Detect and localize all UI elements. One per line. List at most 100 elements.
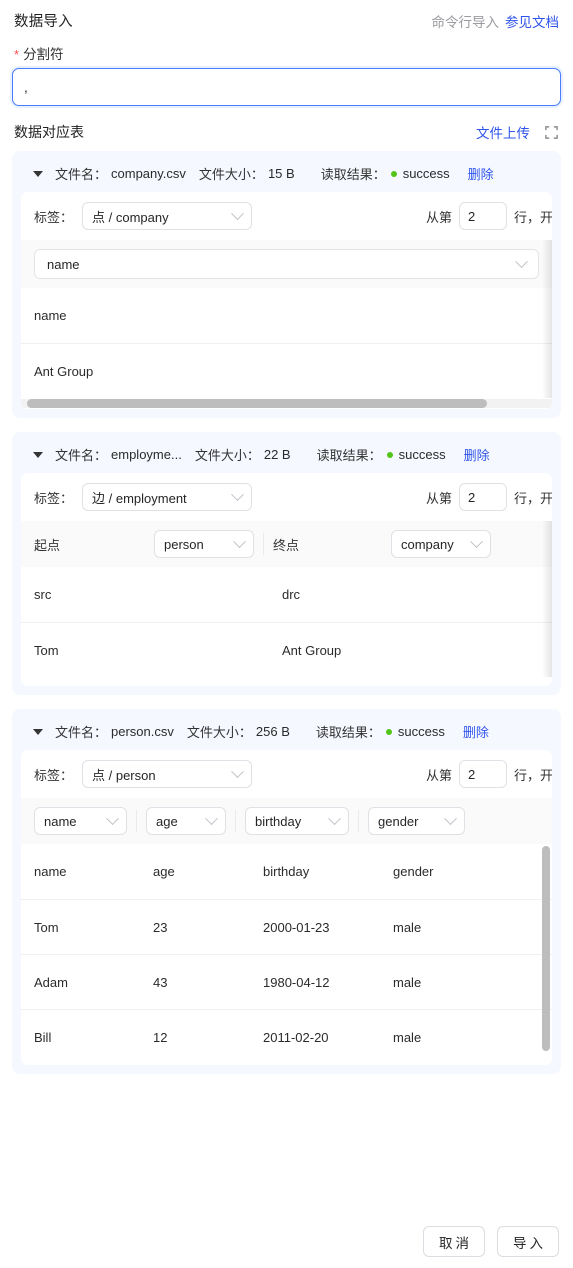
table-cell: 23 xyxy=(153,919,168,935)
file-size-label: 文件大小： xyxy=(186,725,252,740)
table-cell: 43 xyxy=(153,974,168,990)
status-dot-icon xyxy=(390,170,397,177)
table-cell: Tom xyxy=(34,919,59,935)
column-select[interactable]: age xyxy=(146,807,226,835)
delete-file-link[interactable]: 删除 xyxy=(463,722,489,741)
delimiter-label-row: * 分割符 xyxy=(0,32,573,68)
delimiter-label: 分割符 xyxy=(23,47,64,62)
table-cell: 1980-04-12 xyxy=(263,974,330,990)
chevron-down-icon xyxy=(231,764,244,778)
from-line-suffix: 行，开始 xyxy=(513,767,552,783)
dst-select[interactable]: company xyxy=(391,530,491,558)
column-select-value: age xyxy=(156,813,178,829)
header-actions: 命令行导入 参见文档 xyxy=(432,11,560,31)
tag-label: 标签： xyxy=(34,767,74,783)
column-select[interactable]: gender xyxy=(368,807,465,835)
preview-table: name Ant Group xyxy=(21,288,552,398)
file-size-label: 文件大小： xyxy=(198,167,264,182)
table-row: name age birthday gender xyxy=(21,844,552,899)
tag-select-value: 点 / company xyxy=(92,209,169,225)
table-cell: src xyxy=(34,587,52,602)
file-name-value: person.csv xyxy=(111,724,174,739)
endpoint-selector-strip: 起点 person 终点 company xyxy=(21,521,552,567)
column-select-value: name xyxy=(44,813,77,829)
dialog-header: 数据导入 命令行导入 参见文档 xyxy=(0,0,573,32)
fullscreen-icon[interactable] xyxy=(544,125,559,140)
start-line-input[interactable] xyxy=(458,202,507,230)
import-button[interactable]: 导入 xyxy=(497,1226,559,1257)
cancel-button[interactable]: 取消 xyxy=(423,1226,485,1257)
chevron-down-icon xyxy=(328,811,341,825)
start-line-input[interactable] xyxy=(458,483,507,511)
chevron-down-icon xyxy=(231,206,244,220)
file-size-label: 文件大小： xyxy=(194,448,260,463)
file-card-header: 文件名： person.csv 文件大小： 256 B 读取结果： succes… xyxy=(21,717,552,750)
src-select[interactable]: person xyxy=(154,530,254,558)
read-result-label: 读取结果： xyxy=(315,725,381,740)
file-card: 文件名： company.csv 文件大小： 15 B 读取结果： succes… xyxy=(12,151,561,418)
delimiter-input[interactable] xyxy=(12,68,561,106)
tag-select-value: 边 / employment xyxy=(92,490,187,506)
tag-select[interactable]: 点 / person xyxy=(82,760,253,788)
column-select[interactable]: birthday xyxy=(245,807,349,835)
tag-select[interactable]: 边 / employment xyxy=(82,483,253,511)
tag-label: 标签： xyxy=(34,209,74,225)
doc-link[interactable]: 参见文档 xyxy=(505,11,559,31)
table-cell: gender xyxy=(393,864,434,879)
table-cell: Adam xyxy=(34,974,68,990)
mapping-section-actions: 文件上传 xyxy=(476,122,559,142)
column-select-value: birthday xyxy=(255,813,302,829)
file-upload-link[interactable]: 文件上传 xyxy=(476,122,530,142)
chevron-down-icon xyxy=(444,811,457,825)
tag-row: 标签： 边 / employment 从第 行，开始 xyxy=(21,473,552,521)
column-select-value: name xyxy=(47,256,80,272)
start-line-group: 从第 行，开始 xyxy=(426,202,552,230)
file-name-label: 文件名： xyxy=(55,725,108,740)
file-size-value: 15 B xyxy=(267,166,295,181)
horizontal-scrollbar[interactable] xyxy=(21,398,552,409)
divider xyxy=(358,810,359,832)
collapse-caret-icon[interactable] xyxy=(33,728,43,735)
table-cell: male xyxy=(393,1029,422,1045)
dst-label: 终点 xyxy=(273,537,300,553)
file-card-header: 文件名： employme... 文件大小： 22 B 读取结果： succes… xyxy=(21,440,552,473)
table-cell: Ant Group xyxy=(34,363,94,379)
table-cell: 2011-02-20 xyxy=(263,1029,329,1045)
from-line-prefix: 从第 xyxy=(425,209,452,225)
vertical-scrollbar[interactable] xyxy=(542,846,550,1063)
delete-file-link[interactable]: 删除 xyxy=(468,164,494,183)
tag-select[interactable]: 点 / company xyxy=(82,202,253,230)
from-line-prefix: 从第 xyxy=(425,490,452,506)
preview-table: name age birthday gender Tom 23 2000-01-… xyxy=(21,844,552,1065)
column-select[interactable]: name xyxy=(34,249,539,279)
required-asterisk: * xyxy=(14,47,20,62)
delete-file-link[interactable]: 删除 xyxy=(464,445,490,464)
table-cell: name xyxy=(34,864,67,879)
import-data-dialog: 数据导入 命令行导入 参见文档 *分割符 数据对应表 文件上传 文件名 xyxy=(0,0,573,1268)
chevron-down-icon xyxy=(233,534,246,548)
start-line-group: 从第 行，开始 xyxy=(426,760,552,788)
column-select[interactable]: name xyxy=(34,807,127,835)
file-name-label: 文件名： xyxy=(55,448,108,463)
file-card-list: 文件名： company.csv 文件大小： 15 B 读取结果： succes… xyxy=(0,151,573,1074)
collapse-caret-icon[interactable] xyxy=(33,451,43,458)
file-size-value: 256 B xyxy=(255,724,290,739)
tag-row: 标签： 点 / person 从第 行，开始 xyxy=(21,750,552,798)
status-dot-icon xyxy=(386,451,393,458)
table-row: Ant Group xyxy=(21,343,552,398)
table-cell: Tom xyxy=(34,642,59,658)
dst-select-value: company xyxy=(401,536,454,552)
table-cell: Ant Group xyxy=(282,642,342,658)
status-value: success xyxy=(398,447,446,462)
from-line-suffix: 行，开始 xyxy=(513,209,552,225)
mapping-section-title: 数据对应表 xyxy=(14,124,84,140)
start-line-input[interactable] xyxy=(458,760,507,788)
status-dot-icon xyxy=(385,728,392,735)
read-result-label: 读取结果： xyxy=(320,167,386,182)
file-mapping-panel: 标签： 点 / company 从第 行，开始 name xyxy=(21,192,552,409)
scrollbar-thumb[interactable] xyxy=(542,846,550,1051)
scrollbar-thumb[interactable] xyxy=(27,399,487,408)
table-row: Tom Ant Group xyxy=(21,622,552,677)
start-line-group: 从第 行，开始 xyxy=(426,483,552,511)
collapse-caret-icon[interactable] xyxy=(33,170,43,177)
